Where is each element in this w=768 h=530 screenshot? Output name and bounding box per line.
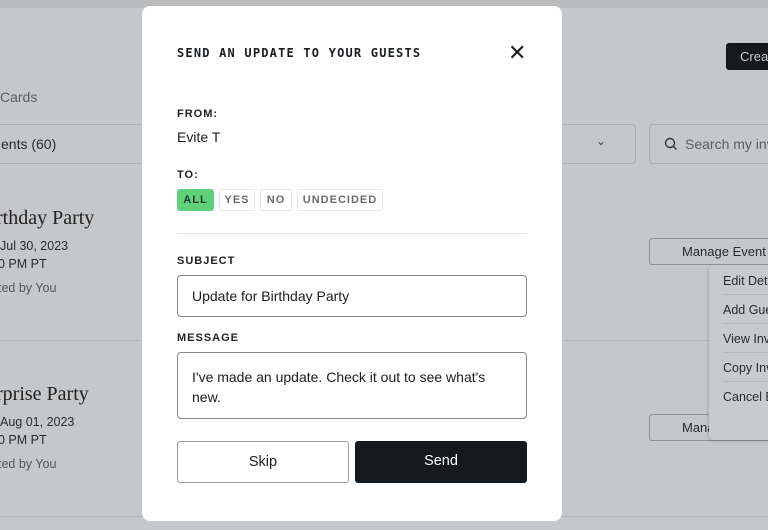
close-icon[interactable]: ✕ xyxy=(508,42,526,64)
modal-title: SEND AN UPDATE TO YOUR GUESTS xyxy=(177,46,422,60)
manage-event-button[interactable]: Manage Event xyxy=(649,238,768,265)
event-date: Jul 30, 2023 xyxy=(0,239,69,253)
send-button[interactable]: Send xyxy=(355,441,527,483)
manage-event-menu: Edit Det Add Gue View Inv Copy Inv Cance… xyxy=(709,266,768,440)
recipient-chip-no[interactable]: NO xyxy=(260,189,292,211)
filter-label: ents (60) xyxy=(1,136,57,152)
subject-label: SUBJECT xyxy=(177,255,236,267)
from-label: FROM: xyxy=(177,108,219,120)
send-update-modal: SEND AN UPDATE TO YOUR GUESTS ✕ FROM: Ev… xyxy=(142,6,562,521)
menu-item-edit-details[interactable]: Edit Det xyxy=(723,266,768,295)
to-label: TO: xyxy=(177,169,199,181)
event-title[interactable]: rprise Party xyxy=(0,383,89,406)
event-time: 0 PM PT xyxy=(0,433,47,447)
event-host: ted by You xyxy=(0,457,57,471)
tab-cards[interactable]: Cards xyxy=(0,89,37,105)
subject-input[interactable]: Update for Birthday Party xyxy=(177,275,527,317)
create-button[interactable]: Crea xyxy=(726,43,768,70)
event-date: Aug 01, 2023 xyxy=(0,415,75,429)
event-host: ted by You xyxy=(0,281,57,295)
search-input[interactable]: Search my inv xyxy=(649,124,768,164)
chevron-down-icon: ⌄ xyxy=(596,134,607,148)
search-placeholder: Search my inv xyxy=(685,136,768,152)
menu-item-copy-invitation[interactable]: Copy Inv xyxy=(723,353,768,382)
menu-item-cancel-event[interactable]: Cancel E xyxy=(723,382,768,411)
skip-button[interactable]: Skip xyxy=(177,441,349,483)
search-icon xyxy=(664,137,677,150)
menu-item-add-guests[interactable]: Add Gue xyxy=(723,295,768,324)
recipient-chip-yes[interactable]: YES xyxy=(219,189,255,211)
menu-item-view-invitation[interactable]: View Inv xyxy=(723,324,768,353)
event-time: 0 PM PT xyxy=(0,257,47,271)
from-value: Evite T xyxy=(177,129,221,145)
message-textarea[interactable]: I've made an update. Check it out to see… xyxy=(177,352,527,419)
recipient-chip-all[interactable]: ALL xyxy=(177,189,214,211)
message-label: MESSAGE xyxy=(177,332,240,344)
event-title[interactable]: rthday Party xyxy=(0,207,94,230)
recipient-chip-undecided[interactable]: UNDECIDED xyxy=(297,189,383,211)
divider xyxy=(177,233,527,234)
